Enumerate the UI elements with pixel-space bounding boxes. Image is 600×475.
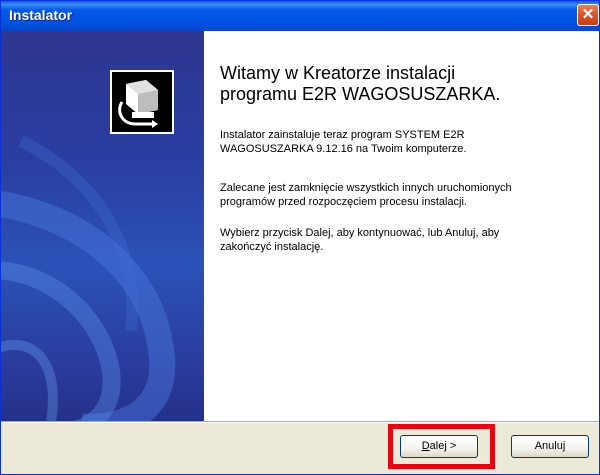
wizard-side-banner [1, 31, 204, 421]
install-info-line-2: WAGOSUSZARKA 9.12.16 na Twoim komputerze… [220, 143, 467, 155]
footer-divider [1, 421, 599, 423]
window-title: Instalator [9, 7, 73, 23]
installer-window: Instalator ✕ Witamy w Kreatorze instalac… [0, 0, 600, 475]
install-info-text: Instalator zainstaluje teraz program SYS… [220, 128, 590, 156]
instructions-text: Wybierz przycisk Dalej, aby kontynuować,… [220, 226, 590, 254]
close-programs-text: Zalecane jest zamknięcie wszystkich inny… [220, 181, 590, 209]
instructions-line-1: Wybierz przycisk Dalej, aby kontynuować,… [220, 227, 500, 239]
next-button-highlight [388, 424, 495, 469]
cancel-button[interactable]: Anuluj [511, 435, 589, 458]
close-icon: ✕ [581, 6, 595, 23]
title-bar[interactable]: Instalator ✕ [1, 1, 599, 31]
heading-line-1: Witamy w Kreatorze instalacji [220, 63, 456, 83]
close-button[interactable]: ✕ [577, 4, 599, 26]
close-programs-line-2: programów przed rozpoczęciem procesu ins… [220, 196, 467, 208]
installer-icon [110, 70, 174, 134]
welcome-heading: Witamy w Kreatorze instalacji programu E… [220, 63, 590, 105]
heading-line-2: programu E2R WAGOSUSZARKA. [220, 84, 501, 104]
wizard-content: Witamy w Kreatorze instalacji programu E… [204, 31, 599, 421]
instructions-line-2: zakończyć instalację. [220, 241, 324, 253]
close-programs-line-1: Zalecane jest zamknięcie wszystkich inny… [220, 182, 512, 194]
install-info-line-1: Instalator zainstaluje teraz program SYS… [220, 129, 465, 141]
